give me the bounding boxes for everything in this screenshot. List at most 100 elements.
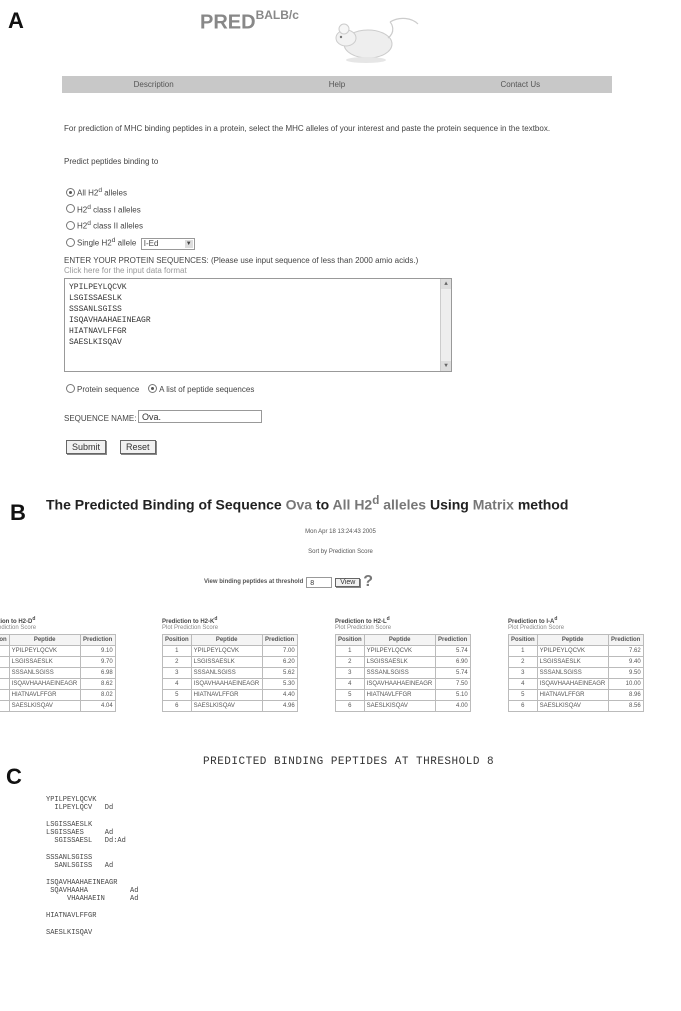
peptide-cell: SAESLKISQAV [363,700,436,712]
prediction-cell: 7.62 [607,645,644,657]
position-cell: 1 [0,645,10,657]
peptide-cell: SSSANLSGISS [8,667,81,679]
table-row: 6 SAESLKISQAV 4.00 [335,700,471,712]
column-header: Peptide [363,634,436,646]
binding-peptides: YPILPEYLQCVK ILPEYLQCV Dd LSGISSAESLK LSGI… [46,796,346,946]
sequence-textarea[interactable]: YPILPEYLQCVK LSGISSAESLK SSSANLSGISS ISQAVH… [64,278,452,372]
radio-class-i[interactable] [66,204,75,214]
column-header: Peptide [190,634,263,646]
prediction-cell: 6.90 [434,656,471,668]
table-row: 5 HIATNAVLFFGR 5.10 [335,689,471,701]
scroll-up-icon[interactable]: ▲ [441,279,451,289]
option-all-h2d[interactable]: All H2d alleles [66,184,195,201]
scroll-down-icon[interactable]: ▼ [441,361,451,371]
binding-group: HIATNAVLFFGR [46,912,346,920]
chevron-down-icon[interactable]: ▼ [184,239,193,248]
table-heading: Prediction to I-Ad [508,616,558,625]
label-peptide-list: A list of peptide sequences [159,385,255,394]
nav-bar: Description Help Contact Us [62,76,612,93]
single-allele-select[interactable]: I-Ed ▼ [140,237,195,250]
table-row: 1YPILPEYLQCVK9.10 [0,645,116,657]
table-row: 1 YPILPEYLQCVK 5.74 [335,645,471,657]
position-cell: 6 [508,700,538,712]
option-class-i[interactable]: H2d class I alleles [66,201,195,218]
allele-options: All H2d alleles H2d class I alleles H2d … [66,184,195,251]
position-cell: 5 [0,689,10,701]
table-row: 6SAESLKISQAV4.04 [0,700,116,712]
peptide-cell: ISQAVHAAHAEINEAGR [363,678,436,690]
peptide-cell: HIATNAVLFFGR [536,689,609,701]
plot-score-link[interactable]: Plot Prediction Score [335,625,471,631]
input-type-options: Protein sequence A list of peptide seque… [66,384,254,394]
binding-group: ISQAVHAAHAEINEAGR SQAVHAAHA Ad VHAAHAEIN… [46,879,346,903]
binding-group: LSGISSAESLK LSGISSAES Ad SGISSAESL Dd:Ad [46,821,346,845]
table-row: 3 SSSANLSGISS 9.50 [508,667,644,679]
option-class-ii[interactable]: H2d class II alleles [66,217,195,234]
position-cell: 6 [0,700,10,712]
app-logo: PREDBALB/c [200,8,299,35]
option-single[interactable]: Single H2d allele I-Ed ▼ [66,234,195,251]
nav-help[interactable]: Help [245,80,428,89]
peptide-cell: LSGISSAESLK [8,656,81,668]
binding-line: SANLSGISS Ad [46,862,114,870]
prediction-cell: 6.98 [79,667,116,679]
table-row: 4 ISQAVHAAHAEINEAGR 10.00 [508,678,644,690]
prediction-cell: 9.50 [607,667,644,679]
radio-all[interactable] [66,187,75,197]
logo-superscript: BALB/c [255,8,299,22]
peptide-cell: ISQAVHAAHAEINEAGR [190,678,263,690]
prediction-cell: 9.70 [79,656,116,668]
mouse-illustration [335,17,419,63]
table-row: 4 ISQAVHAAHAEINEAGR 7.50 [335,678,471,690]
panel-label-a: A [8,8,24,33]
binding-line: ISQAVHAAHAEINEAGR [46,879,118,887]
position-cell: 4 [0,678,10,690]
input-format-link[interactable]: Click here for the input data format [64,266,187,275]
intro-text: For prediction of MHC binding peptides i… [64,124,551,133]
peptide-cell: LSGISSAESLK [363,656,436,668]
sort-by-score-link[interactable]: Sort by Prediction Score [0,549,681,555]
sequence-lines: YPILPEYLQCVK LSGISSAESLK SSSANLSGISS ISQAVH… [69,282,447,348]
prediction-cell: 5.74 [434,667,471,679]
position-cell: 4 [162,678,192,690]
radio-class-ii[interactable] [66,220,75,230]
plot-score-link[interactable]: Plot Prediction Score [162,625,298,631]
binding-line: SAESLKISQAV [46,929,93,937]
position-cell: 3 [0,667,10,679]
table-row: 2 LSGISSAESLK 9.40 [508,656,644,668]
table-row: 3SSSANLSGISS6.98 [0,667,116,679]
column-header: Prediction [261,634,298,646]
sequence-line: YPILPEYLQCVK [69,283,127,292]
position-cell: 4 [508,678,538,690]
plot-score-link[interactable]: Plot Prediction Score [508,625,644,631]
table-row: 2 LSGISSAESLK 6.90 [335,656,471,668]
textarea-scrollbar[interactable]: ▲ ▼ [440,279,451,371]
peptide-cell: HIATNAVLFFGR [363,689,436,701]
sequence-line: LSGISSAESLK [69,294,122,303]
threshold-control: View binding peptides at threshold 8 Vie… [204,573,373,591]
prediction-cell: 7.50 [434,678,471,690]
panel-label-c: C [6,764,22,789]
radio-single[interactable] [66,237,75,247]
peptide-cell: LSGISSAESLK [536,656,609,668]
prediction-cell: 8.62 [79,678,116,690]
radio-protein-sequence[interactable] [66,384,75,393]
sequence-name-label: SEQUENCE NAME: [64,414,137,423]
table-row: 3 SSSANLSGISS 5.62 [162,667,298,679]
enter-sequence-label: ENTER YOUR PROTEIN SEQUENCES: (Please us… [64,256,419,265]
position-cell: 1 [162,645,192,657]
binding-title: PREDICTED BINDING PEPTIDES AT THRESHOLD … [203,756,495,768]
radio-peptide-list[interactable] [148,384,158,393]
position-cell: 6 [162,700,192,712]
nav-description[interactable]: Description [62,80,245,89]
submit-button[interactable]: Submit [66,440,107,454]
help-icon[interactable]: ? [363,573,373,591]
view-button[interactable]: View [335,577,361,587]
sequence-name-input[interactable]: Ova. [138,410,262,423]
reset-button[interactable]: Reset [120,440,156,454]
nav-contact[interactable]: Contact Us [429,80,612,89]
threshold-input[interactable]: 8 [306,576,333,588]
prediction-table-block: Prediction to I-Ad Plot Prediction Score P… [508,616,644,712]
table-row: 6 SAESLKISQAV 8.56 [508,700,644,712]
plot-score-link[interactable]: Plot Prediction Score [0,625,116,631]
